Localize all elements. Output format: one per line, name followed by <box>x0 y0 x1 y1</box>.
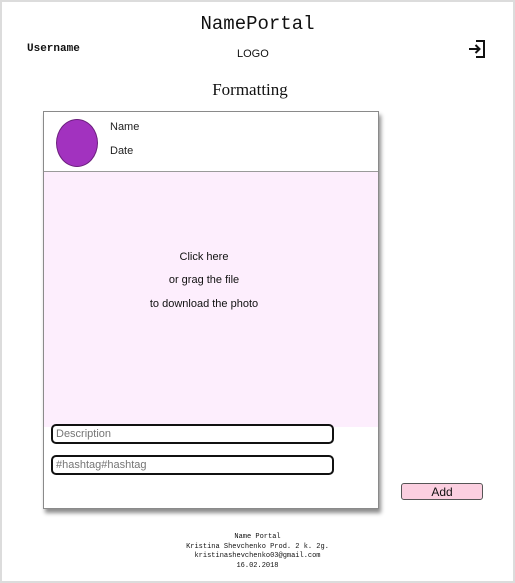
hashtag-input[interactable] <box>51 455 334 475</box>
avatar <box>56 119 98 167</box>
post-card: Name Date Click here or grag the file to… <box>43 111 379 509</box>
logo[interactable]: LOGO <box>237 48 269 60</box>
logout-button[interactable] <box>467 39 487 59</box>
description-input[interactable] <box>51 424 334 444</box>
upload-instruction-click: Click here <box>179 251 229 263</box>
site-title: NamePortal <box>200 13 315 35</box>
author-name: Name <box>110 121 140 133</box>
add-button[interactable]: Add <box>401 483 483 500</box>
upload-instruction-drag: or grag the file <box>168 274 240 286</box>
card-header: Name Date <box>44 112 378 172</box>
footer-date: 16.02.2018 <box>236 561 279 570</box>
footer-brand: Name Portal <box>234 533 281 541</box>
upload-instruction-download: to download the photo <box>149 298 259 310</box>
username-label[interactable]: Username <box>27 43 80 55</box>
footer-credit: Kristina Shevchenko Prod. 2 k. 2g. <box>186 542 329 551</box>
page-heading: Formatting <box>212 80 288 99</box>
photo-upload-dropzone[interactable]: Click here or grag the file to download … <box>44 172 378 427</box>
footer-email[interactable]: kristinashevchenko03@gmail.com <box>0 552 515 562</box>
post-date: Date <box>110 145 134 157</box>
logout-icon <box>469 40 485 58</box>
footer: Name Portal Kristina Shevchenko Prod. 2 … <box>0 533 515 571</box>
